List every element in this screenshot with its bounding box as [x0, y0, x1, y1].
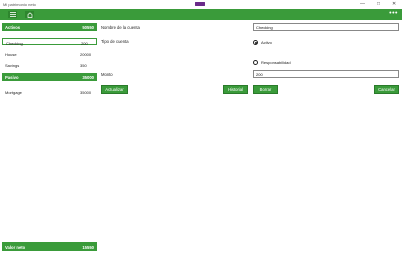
- maximize-button[interactable]: □: [377, 1, 380, 7]
- menu-button[interactable]: [8, 11, 17, 18]
- delete-button[interactable]: Borrar: [253, 85, 278, 94]
- assets-title: Activos: [5, 25, 21, 30]
- account-value: 200: [81, 40, 88, 46]
- debug-toolbar-chip[interactable]: [195, 2, 205, 6]
- list-item-asset-house[interactable]: House 20000: [2, 50, 97, 57]
- app-toolbar: •••: [0, 9, 402, 20]
- window-title: Mi patrimonio neto: [3, 2, 36, 7]
- net-worth-bar: Valor neto 15550: [2, 242, 97, 251]
- list-item-asset-checking[interactable]: Checking 200: [2, 38, 97, 46]
- account-type-label: Tipo de cuenta: [101, 39, 129, 44]
- liabilities-title: Pasivo: [5, 75, 19, 80]
- account-name-input[interactable]: Checking: [253, 23, 399, 31]
- amount-input[interactable]: 200: [253, 70, 399, 78]
- net-worth-value: 15550: [82, 244, 94, 250]
- assets-total: 50550: [82, 25, 94, 30]
- list-item-asset-savings[interactable]: Savings 350: [2, 61, 97, 68]
- radio-unselected-icon: [253, 60, 258, 65]
- account-value: 20000: [80, 51, 92, 57]
- radio-liability-label: Responsabilidad: [261, 60, 291, 65]
- liabilities-total: 35000: [82, 75, 94, 80]
- list-item-liability-mortgage[interactable]: Mortgage 35000: [2, 88, 97, 95]
- history-button[interactable]: Historial: [223, 85, 248, 94]
- radio-asset[interactable]: Activo: [253, 40, 272, 45]
- account-label: Checking: [6, 40, 23, 46]
- amount-label: Monto: [101, 72, 113, 77]
- radio-asset-label: Activo: [261, 40, 272, 45]
- minimize-button[interactable]: —: [360, 1, 365, 7]
- assets-header: Activos 50550: [2, 23, 97, 31]
- account-value: 350: [80, 62, 87, 68]
- account-name-label: Nombre de la cuenta: [101, 25, 140, 30]
- home-icon: [27, 11, 32, 18]
- hamburger-icon: [9, 12, 16, 17]
- account-label: House: [5, 51, 17, 57]
- account-label: Mortgage: [5, 89, 22, 95]
- cancel-button[interactable]: Cancelar: [374, 85, 399, 94]
- window-titlebar: Mi patrimonio neto — □ ✕: [0, 0, 402, 9]
- account-value: 35000: [80, 89, 92, 95]
- net-worth-label: Valor neto: [5, 244, 26, 250]
- update-button[interactable]: Actualizar: [101, 85, 128, 94]
- radio-liability[interactable]: Responsabilidad: [253, 60, 291, 65]
- liabilities-header: Pasivo 35000: [2, 73, 97, 81]
- home-button[interactable]: [25, 11, 34, 18]
- radio-selected-icon: [253, 40, 258, 45]
- close-button[interactable]: ✕: [392, 1, 396, 7]
- account-label: Savings: [5, 62, 20, 68]
- more-options-button[interactable]: •••: [389, 10, 398, 17]
